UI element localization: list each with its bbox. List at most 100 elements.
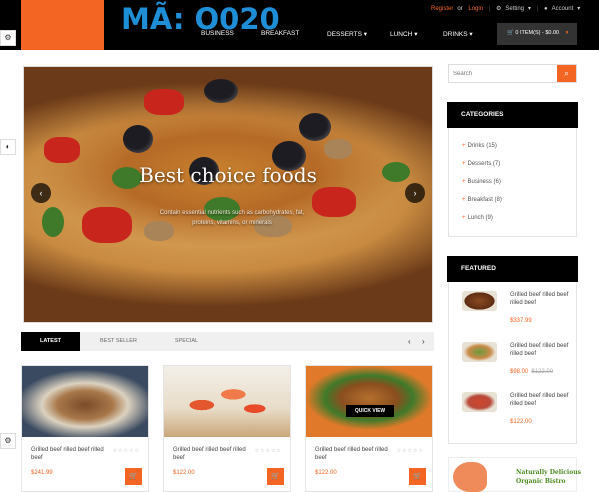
register-link[interactable]: Register <box>431 6 453 12</box>
rating-stars-icon: ☆☆☆☆☆ <box>254 448 282 454</box>
tomato-topping <box>312 187 356 217</box>
herb-topping <box>42 207 64 237</box>
add-to-cart-button[interactable]: 🛒 <box>409 468 426 485</box>
nav-item-lunch[interactable]: LUNCH ▾ <box>390 30 417 38</box>
tab-latest[interactable]: LATEST <box>21 332 80 351</box>
cart-icon: 🛒 <box>507 30 514 36</box>
tomato-topping <box>82 207 132 243</box>
slider-prev-button[interactable]: ‹ <box>31 183 51 203</box>
olive-topping <box>204 79 238 103</box>
featured-item-name[interactable]: Grilled beef rilled beef rilled beef <box>510 342 570 358</box>
product-price: $122.00 <box>173 470 195 476</box>
cart-icon: 🛒 <box>413 473 422 480</box>
category-item-lunch[interactable]: + Lunch (9) <box>462 215 572 221</box>
product-image[interactable] <box>22 366 148 437</box>
chevron-down-icon: ▾ <box>565 30 569 36</box>
account-menu[interactable]: Account <box>552 6 574 12</box>
categories-title: CATEGORIES <box>447 102 578 128</box>
settings-toggle-icon[interactable]: ⚙ <box>0 30 16 46</box>
product-price: $122.00 <box>315 470 337 476</box>
category-item-desserts[interactable]: + Desserts (7) <box>462 161 572 167</box>
product-name[interactable]: Grilled beef rilled beef rilled beef <box>173 446 248 462</box>
banner-line-1: Naturally Delicious <box>516 469 581 476</box>
divider: | <box>488 6 491 12</box>
plus-icon: + <box>462 215 466 221</box>
cart-summary: 0 ITEM(S) - $0.00 <box>515 30 560 36</box>
featured-thumbnail[interactable] <box>462 392 497 412</box>
gear-icon: ⚙ <box>495 6 502 12</box>
product-image[interactable]: QUICK VIEW <box>306 366 432 437</box>
search-box: ⌕ <box>448 64 577 83</box>
nav-item-business[interactable]: BUSINESS <box>201 30 234 37</box>
tabs-prev-button[interactable]: ‹ <box>408 332 411 351</box>
featured-item[interactable]: Grilled beef rilled beef rilled beef $12… <box>462 392 572 430</box>
nav-item-drinks[interactable]: DRINKS ▾ <box>443 30 473 38</box>
cart-icon: 🛒 <box>129 473 138 480</box>
featured-title: FEATURED <box>447 256 578 282</box>
add-to-cart-button[interactable]: 🛒 <box>267 468 284 485</box>
featured-thumbnail[interactable] <box>462 291 497 311</box>
product-name[interactable]: Grilled beef rilled beef rilled beef <box>315 446 390 462</box>
featured-item-old-price: $122.00 <box>531 369 554 375</box>
divider: | <box>536 6 539 12</box>
hero-slider: Best choice foods Contain essential nutr… <box>23 66 433 323</box>
category-item-breakfast[interactable]: + Breakfast (8) <box>462 197 572 203</box>
plus-icon: + <box>462 161 466 167</box>
featured-item-price: $122.00 <box>510 419 532 425</box>
product-card: QUICK VIEW Grilled beef rilled beef rill… <box>305 365 433 492</box>
featured-panel: FEATURED Grilled beef rilled beef rilled… <box>447 256 578 444</box>
add-to-cart-button[interactable]: 🛒 <box>125 468 142 485</box>
plus-icon: + <box>462 179 466 185</box>
featured-item-price: $98.00 $122.00 <box>510 369 554 375</box>
banner-line-2: Organic Bistro <box>516 478 566 485</box>
category-item-business[interactable]: + Business (6) <box>462 179 572 185</box>
categories-panel: CATEGORIES + Drinks (15) + Desserts (7) + B… <box>447 102 578 237</box>
plus-icon: + <box>462 197 466 203</box>
product-tabs: LATEST BEST SELLER SPECIAL ‹ › <box>21 332 434 351</box>
contrast-toggle-icon[interactable]: ◐ <box>0 139 16 155</box>
or-text: or <box>457 6 463 12</box>
user-icon: ● <box>543 6 548 12</box>
setting-menu[interactable]: Setting <box>505 6 524 12</box>
search-input[interactable] <box>449 65 558 82</box>
featured-thumbnail[interactable] <box>462 342 497 362</box>
gear-icon[interactable]: ⚙ <box>0 433 16 449</box>
site-logo[interactable] <box>21 0 104 50</box>
slider-subtitle: Contain essential nutrients such as carb… <box>159 210 305 226</box>
chevron-down-icon: ▾ <box>528 6 532 12</box>
slider-caption: Best choice foods <box>139 163 317 187</box>
cart-button[interactable]: 🛒 0 ITEM(S) - $0.00 ▾ <box>497 23 577 45</box>
nav-item-breakfast[interactable]: BREAKFAST <box>261 30 299 37</box>
category-item-drinks[interactable]: + Drinks (15) <box>462 143 572 149</box>
product-name[interactable]: Grilled beef rilled beef rilled beef <box>31 446 106 462</box>
shrimp-image <box>453 462 487 492</box>
featured-item-name[interactable]: Grilled beef rilled beef rilled beef <box>510 291 570 307</box>
top-header: MÃ: O020 Register or Login | ⚙ Setting ▾ | … <box>0 0 599 50</box>
pizza-image <box>24 67 432 322</box>
tab-best-seller[interactable]: BEST SELLER <box>91 332 146 351</box>
product-image[interactable] <box>164 366 290 437</box>
product-price: $241.99 <box>31 470 53 476</box>
login-link[interactable]: Login <box>468 6 483 12</box>
promo-banner[interactable]: Naturally Delicious Organic Bistro <box>448 457 581 492</box>
mushroom-topping <box>324 139 352 159</box>
olive-topping <box>123 125 153 153</box>
slider-next-button[interactable]: › <box>405 183 425 203</box>
chevron-down-icon: ▾ <box>577 6 581 12</box>
cart-icon: 🛒 <box>271 473 280 480</box>
featured-item[interactable]: Grilled beef rilled beef rilled beef $98… <box>462 342 572 380</box>
featured-item-name[interactable]: Grilled beef rilled beef rilled beef <box>510 392 570 408</box>
featured-item-price: $337.99 <box>510 318 532 324</box>
tomato-topping <box>44 137 80 163</box>
tabs-next-button[interactable]: › <box>422 332 425 351</box>
top-links: Register or Login | ⚙ Setting ▾ | ● Account ▾ <box>431 5 584 12</box>
olive-topping <box>299 113 331 141</box>
quick-view-button[interactable]: QUICK VIEW <box>346 405 394 417</box>
nav-item-desserts[interactable]: DESSERTS ▾ <box>327 30 367 38</box>
search-button[interactable]: ⌕ <box>557 65 576 82</box>
featured-item[interactable]: Grilled beef rilled beef rilled beef $33… <box>462 291 572 329</box>
search-icon: ⌕ <box>564 69 569 78</box>
product-card: Grilled beef rilled beef rilled beef ☆☆☆… <box>163 365 291 492</box>
rating-stars-icon: ☆☆☆☆☆ <box>112 448 140 454</box>
tab-special[interactable]: SPECIAL <box>164 332 209 351</box>
